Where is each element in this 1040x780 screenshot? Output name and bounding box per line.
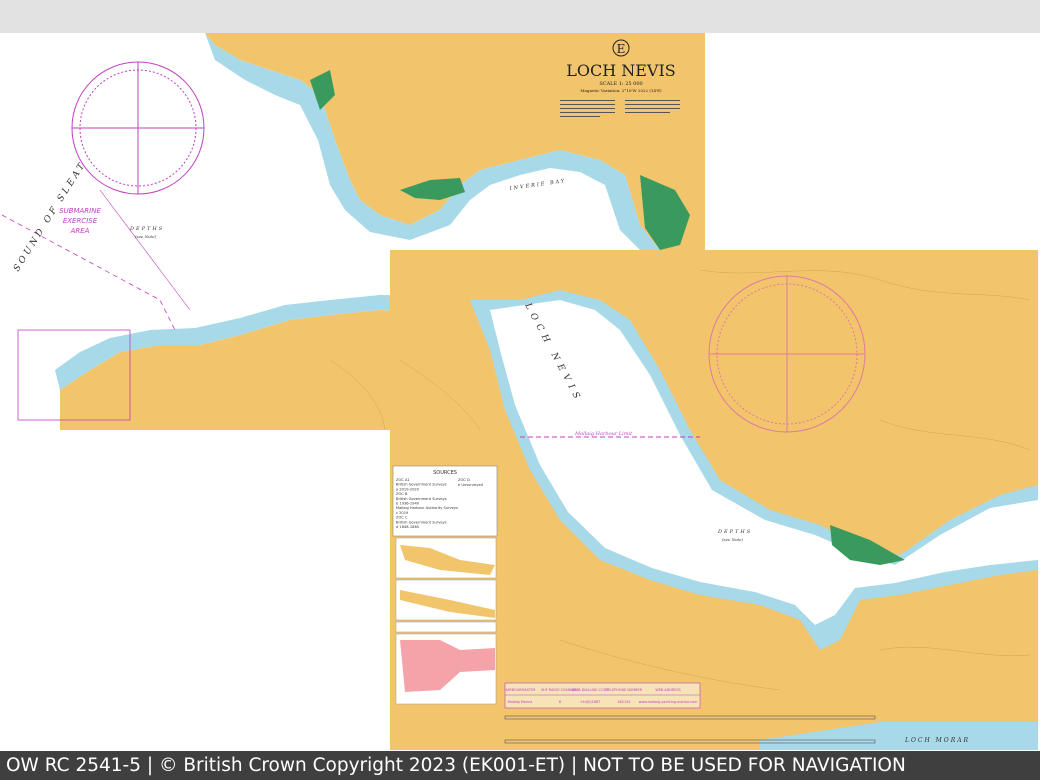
chart-title: LOCH NEVIS — [566, 61, 676, 80]
source-line: b 1936-1940 — [396, 502, 420, 506]
label-depths-1: DEPTHS — [129, 226, 164, 232]
source-line: ZOC C — [396, 516, 408, 520]
sources-title: SOURCES — [433, 470, 457, 476]
submarine-label-line-3: AREA — [70, 227, 90, 235]
source-line: ZOC D — [458, 478, 470, 482]
source-line: British Government Surveys — [396, 483, 447, 487]
source-line: ZOC A1 — [396, 478, 410, 482]
source-line: c 2019 — [396, 511, 409, 515]
source-line: British Government Surveys — [396, 520, 447, 524]
source-line: d 1848-1860 — [396, 525, 420, 529]
submarine-label-line-2: EXERCISE — [63, 217, 98, 225]
copyright-footer: OW RC 2541-5 | © British Crown Copyright… — [0, 751, 1040, 780]
label-depths-2: DEPTHS — [717, 529, 752, 535]
label-loch-morar: LOCH MORAR — [904, 737, 970, 744]
submarine-label-line-1: SUBMARINE — [59, 207, 101, 215]
label-mallaig-limit: Mallaig Harbour Limit — [574, 431, 633, 437]
label-see-note-1: (see Note) — [135, 234, 157, 239]
sources-panel: SOURCES ZOC A1British Government Surveys… — [392, 465, 498, 705]
source-line: ZOC B — [396, 492, 408, 496]
chart-letter: E — [617, 42, 626, 56]
table-cell: +44(0)1687 — [580, 700, 601, 704]
table-cell: 462154 — [618, 700, 631, 704]
table-cell: www.mallaig-yachting-marina.com — [639, 700, 699, 704]
magnetic-variation: Magnetic Variation: 2°10'W 2022 (14'E) — [580, 88, 662, 93]
table-cell: Mallaig Marina — [508, 700, 533, 704]
table-header-cell: AREA DIALLING CODE — [572, 688, 609, 692]
source-line: a 2019-2020 — [396, 487, 420, 491]
chart-scale: SCALE 1: 25 000 — [599, 81, 642, 87]
harbour-info-table: HARBOURMASTER VHF RADIO CHANNELSAREA DIAL… — [505, 682, 701, 709]
source-line: Mallaig Harbour Authority Surveys — [396, 506, 458, 510]
source-line: e Unsurveyed — [458, 483, 483, 487]
label-see-note-2: (see Note) — [722, 537, 744, 542]
chart-viewer: SOURCES ZOC A1 British Government Surveys… — [0, 0, 1040, 780]
source-line: British Government Surveys — [396, 497, 447, 501]
table-header-cell: WEB ADDRESS — [655, 688, 680, 692]
table-header-cell: TELEPHONE NUMBER — [605, 688, 643, 692]
table-cell: 8 — [559, 700, 561, 704]
nautical-chart[interactable]: SOURCES ZOC A1British Government Surveys… — [0, 0, 1040, 751]
table-header-cell: HARBOURMASTER — [505, 688, 537, 692]
